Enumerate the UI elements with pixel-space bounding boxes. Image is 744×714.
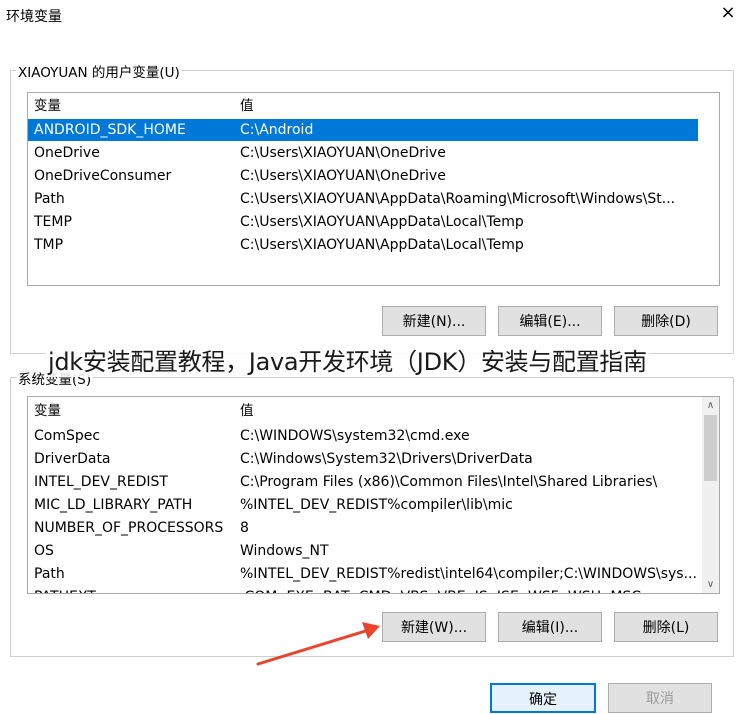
environment-variables-dialog: 环境变量 × XIAOYUAN 的用户变量(U) 变量 值 ANDROID_SD… (0, 0, 744, 713)
overlay-caption: jdk安装配置教程，Java开发环境（JDK）安装与配置指南 (46, 342, 649, 377)
